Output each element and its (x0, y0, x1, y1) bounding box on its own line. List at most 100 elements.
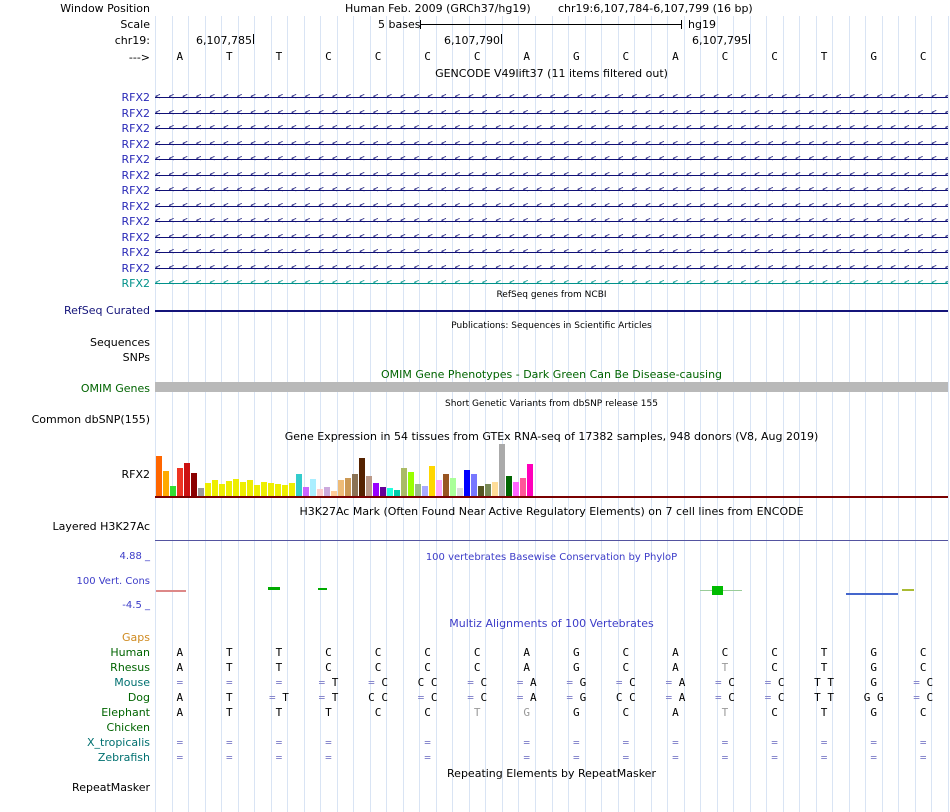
gene-transcript-row[interactable]: <<<<<<<<<<<<<<<<<<<<<<<<<<<<<<<<<<<<<<<<… (155, 123, 948, 134)
gene-label-rfx2[interactable]: RFX2 (0, 246, 150, 259)
gtex-gene-label[interactable]: RFX2 (0, 468, 150, 481)
species-label-x_tropicalis[interactable]: X_tropicalis (0, 736, 150, 749)
gene-label-rfx2[interactable]: RFX2 (0, 277, 150, 290)
multiz-row-human[interactable]: ATTCCCCAGCACCTGC (155, 646, 948, 659)
gtex-expression-bar[interactable] (310, 479, 316, 496)
gtex-expression-bar[interactable] (380, 487, 386, 496)
gtex-expression-bar[interactable] (254, 485, 260, 496)
snps-label[interactable]: SNPs (0, 351, 150, 364)
multiz-row-chicken[interactable] (155, 721, 948, 734)
gtex-expression-bar[interactable] (415, 484, 421, 496)
gtex-expression-bar[interactable] (156, 456, 162, 496)
gtex-expression-bar[interactable] (499, 444, 505, 496)
gtex-expression-bar[interactable] (352, 474, 358, 496)
gtex-expression-bar[interactable] (408, 472, 414, 496)
gtex-expression-bar[interactable] (261, 482, 267, 496)
gene-transcript-row[interactable]: <<<<<<<<<<<<<<<<<<<<<<<<<<<<<<<<<<<<<<<<… (155, 263, 948, 274)
gtex-expression-bar[interactable] (170, 486, 176, 496)
gtex-expression-bar[interactable] (436, 480, 442, 496)
gtex-expression-bar[interactable] (198, 488, 204, 496)
gene-transcript-row[interactable]: <<<<<<<<<<<<<<<<<<<<<<<<<<<<<<<<<<<<<<<<… (155, 139, 948, 150)
gtex-expression-bar[interactable] (422, 486, 428, 496)
omim-gene-bar[interactable] (155, 382, 948, 392)
gtex-expression-bar[interactable] (219, 484, 225, 496)
gene-label-rfx2[interactable]: RFX2 (0, 107, 150, 120)
species-label-human[interactable]: Human (0, 646, 150, 659)
gene-transcript-row[interactable]: <<<<<<<<<<<<<<<<<<<<<<<<<<<<<<<<<<<<<<<<… (155, 216, 948, 227)
gtex-expression-bar[interactable] (303, 487, 309, 496)
omim-genes-label[interactable]: OMIM Genes (0, 382, 150, 395)
gtex-expression-bar[interactable] (359, 458, 365, 496)
gene-transcript-row[interactable]: <<<<<<<<<<<<<<<<<<<<<<<<<<<<<<<<<<<<<<<<… (155, 108, 948, 119)
gtex-expression-bar[interactable] (485, 484, 491, 496)
multiz-row-zebrafish[interactable]: = = = = = = = = = = = = = = (155, 751, 948, 764)
gtex-expression-bar[interactable] (520, 478, 526, 496)
gtex-expression-bar[interactable] (478, 486, 484, 496)
multiz-row-gaps[interactable] (155, 631, 948, 644)
gtex-expression-bar[interactable] (177, 468, 183, 496)
layered-h3k27ac-label[interactable]: Layered H3K27Ac (0, 520, 150, 533)
gtex-expression-bar[interactable] (387, 488, 393, 496)
gtex-expression-bar[interactable] (429, 466, 435, 496)
gtex-expression-bar[interactable] (275, 484, 281, 496)
gtex-expression-bar[interactable] (373, 483, 379, 496)
ruler-coordinate[interactable]: 6,107,795 (692, 34, 750, 47)
gene-transcript-row[interactable]: <<<<<<<<<<<<<<<<<<<<<<<<<<<<<<<<<<<<<<<<… (155, 201, 948, 212)
conservation-track-label[interactable]: 100 Vert. Cons (0, 576, 150, 587)
gtex-expression-bar[interactable] (205, 483, 211, 496)
gene-label-rfx2[interactable]: RFX2 (0, 91, 150, 104)
gtex-expression-bar[interactable] (527, 464, 533, 496)
multiz-row-rhesus[interactable]: ATTCCCCAGCATCTGC (155, 661, 948, 674)
gene-label-rfx2[interactable]: RFX2 (0, 184, 150, 197)
gtex-expression-bar[interactable] (457, 488, 463, 496)
species-label-chicken[interactable]: Chicken (0, 721, 150, 734)
gtex-expression-bar[interactable] (289, 483, 295, 496)
gtex-expression-bar[interactable] (345, 478, 351, 496)
gtex-expression-bar[interactable] (247, 480, 253, 496)
gene-label-rfx2[interactable]: RFX2 (0, 138, 150, 151)
gtex-expression-bar[interactable] (233, 479, 239, 496)
gtex-expression-bar[interactable] (366, 476, 372, 496)
refseq-curated-label[interactable]: RefSeq Curated (0, 304, 150, 317)
gtex-expression-bar[interactable] (464, 470, 470, 496)
gene-label-rfx2[interactable]: RFX2 (0, 215, 150, 228)
gtex-expression-bar[interactable] (317, 489, 323, 496)
gene-label-rfx2[interactable]: RFX2 (0, 262, 150, 275)
gtex-expression-bar[interactable] (226, 481, 232, 496)
gtex-expression-bar[interactable] (296, 474, 302, 496)
species-label-dog[interactable]: Dog (0, 691, 150, 704)
gtex-expression-bar[interactable] (338, 480, 344, 496)
species-label-elephant[interactable]: Elephant (0, 706, 150, 719)
species-label-rhesus[interactable]: Rhesus (0, 661, 150, 674)
gtex-expression-bar[interactable] (282, 485, 288, 496)
sequences-label[interactable]: Sequences (0, 336, 150, 349)
ruler-coordinate[interactable]: 6,107,790 (444, 34, 502, 47)
gene-transcript-row[interactable]: <<<<<<<<<<<<<<<<<<<<<<<<<<<<<<<<<<<<<<<<… (155, 185, 948, 196)
gene-label-rfx2[interactable]: RFX2 (0, 231, 150, 244)
multiz-row-x_tropicalis[interactable]: = = = = = = = = = = = = = = (155, 736, 948, 749)
gtex-expression-bar[interactable] (492, 482, 498, 496)
gtex-expression-bar[interactable] (240, 482, 246, 496)
multiz-row-elephant[interactable]: ATTTCCTGGCATCTGC (155, 706, 948, 719)
chrom-label[interactable]: chr19: (0, 34, 150, 47)
ruler-coordinate[interactable]: 6,107,785 (196, 34, 254, 47)
gene-transcript-row[interactable]: <<<<<<<<<<<<<<<<<<<<<<<<<<<<<<<<<<<<<<<<… (155, 170, 948, 181)
gtex-expression-bar[interactable] (443, 474, 449, 496)
gene-label-rfx2[interactable]: RFX2 (0, 122, 150, 135)
gene-transcript-row[interactable]: <<<<<<<<<<<<<<<<<<<<<<<<<<<<<<<<<<<<<<<<… (155, 154, 948, 165)
gtex-expression-bar[interactable] (506, 476, 512, 496)
species-label-mouse[interactable]: Mouse (0, 676, 150, 689)
gtex-expression-bar[interactable] (184, 463, 190, 496)
gtex-expression-bar[interactable] (450, 478, 456, 496)
species-label-gaps[interactable]: Gaps (0, 631, 150, 644)
gtex-expression-bar[interactable] (268, 483, 274, 496)
gtex-expression-bar[interactable] (163, 471, 169, 496)
multiz-row-mouse[interactable]: = = = = T = C C C = C = A = G = C = A = C = C T T G = C (155, 676, 948, 689)
gtex-expression-bar[interactable] (324, 487, 330, 496)
gtex-expression-bar[interactable] (513, 482, 519, 496)
gtex-expression-bar[interactable] (471, 474, 477, 496)
common-dbsnp-label[interactable]: Common dbSNP(155) (0, 413, 150, 426)
gene-transcript-row[interactable]: <<<<<<<<<<<<<<<<<<<<<<<<<<<<<<<<<<<<<<<<… (155, 232, 948, 243)
gtex-expression-bar[interactable] (212, 480, 218, 496)
gene-label-rfx2[interactable]: RFX2 (0, 200, 150, 213)
